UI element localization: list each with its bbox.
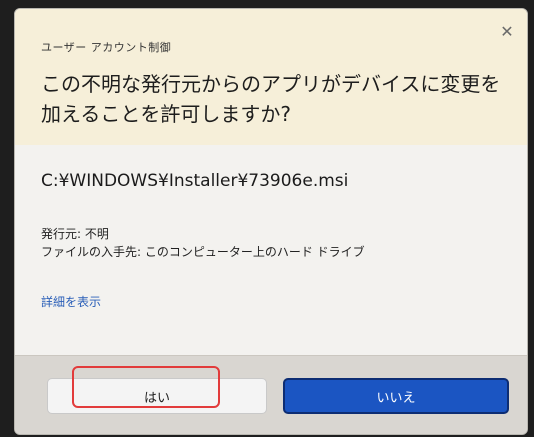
close-icon: ✕ [500, 21, 514, 41]
yes-button[interactable]: はい [47, 378, 267, 414]
prompt-question: この不明な発行元からのアプリがデバイスに変更を加えることを許可しますか? [41, 72, 501, 126]
publisher-info: 発行元: 不明 ファイルの入手先: このコンピューター上のハード ドライブ [41, 225, 365, 261]
dialog-title: ユーザー アカウント制御 [41, 41, 172, 54]
show-details-link[interactable]: 詳細を表示 [41, 293, 101, 310]
dialog-body: C:¥WINDOWS¥Installer¥73906e.msi 発行元: 不明 … [15, 145, 527, 355]
publisher-line: 発行元: 不明 [41, 227, 109, 241]
dialog-header: ユーザー アカウント制御 ✕ この不明な発行元からのアプリがデバイスに変更を加え… [15, 9, 527, 145]
dialog-footer: はい いいえ [15, 355, 527, 434]
close-button[interactable]: ✕ [495, 19, 519, 43]
file-path: C:¥WINDOWS¥Installer¥73906e.msi [41, 171, 349, 191]
no-button[interactable]: いいえ [283, 378, 509, 414]
origin-line: ファイルの入手先: このコンピューター上のハード ドライブ [41, 245, 365, 259]
uac-dialog: ユーザー アカウント制御 ✕ この不明な発行元からのアプリがデバイスに変更を加え… [14, 8, 528, 435]
